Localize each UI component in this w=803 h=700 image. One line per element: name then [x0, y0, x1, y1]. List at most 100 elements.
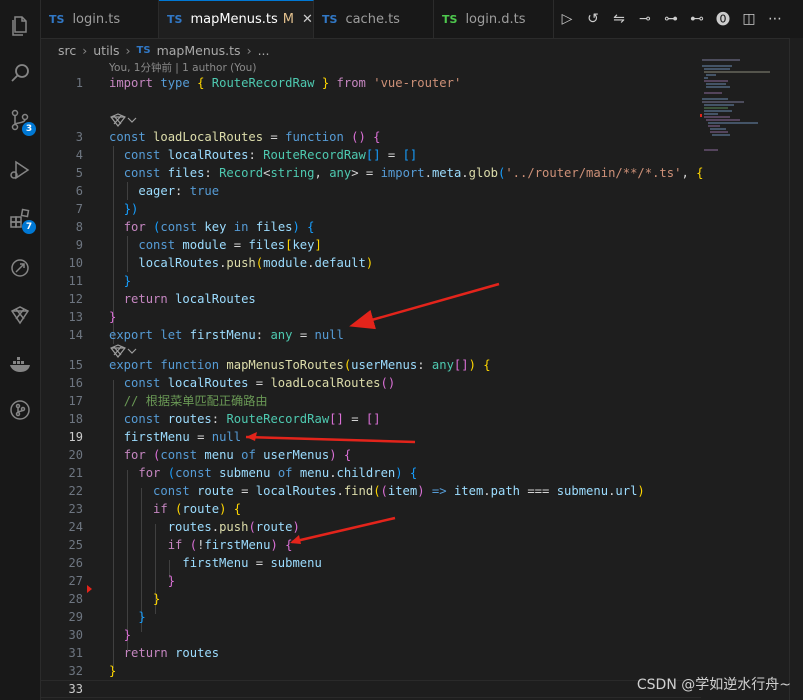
line-number: 33 [68, 682, 83, 696]
folding-marker-icon[interactable] [86, 584, 94, 594]
line-number: 18 [68, 412, 83, 426]
git-graph-icon[interactable] [0, 392, 40, 428]
code-line: 6 eager: true [41, 182, 701, 200]
line-number: 30 [68, 628, 83, 642]
code-line: 26 firstMenu = submenu [41, 554, 701, 572]
open-changes-icon[interactable]: ⓿ [710, 9, 736, 29]
source-control-icon[interactable]: 3 [0, 102, 40, 138]
code-line: 17 // 根据菜单匹配正确路由 [41, 392, 701, 410]
tab-mapmenus-ts[interactable]: TS mapMenus.ts M ✕ [159, 0, 314, 38]
code-line: 23 if (route) { [41, 500, 701, 518]
line-number: 11 [68, 274, 83, 288]
typescript-declaration-icon: TS [442, 12, 458, 26]
code-line: 32 } [41, 662, 701, 680]
run-icon[interactable]: ▷ [554, 11, 580, 27]
commit-icon[interactable]: ⊶ [658, 11, 684, 27]
line-number: 20 [68, 448, 83, 462]
code-line: 29 } [41, 608, 701, 626]
code-line: 27 } [41, 572, 701, 590]
breadcrumb-item[interactable]: mapMenus.ts [157, 43, 241, 58]
code-line: 33 [41, 680, 701, 698]
code-line: 11 } [41, 272, 701, 290]
tab-label: login.ts [72, 11, 121, 27]
line-number: 15 [68, 358, 83, 372]
line-number: 23 [68, 502, 83, 516]
code-line: 10 localRoutes.push(module.default) [41, 254, 701, 272]
code-line: 16 const localRoutes = loadLocalRoutes() [41, 374, 701, 392]
line-number: 24 [68, 520, 83, 534]
activity-bar: 3 7 [0, 0, 41, 700]
code-line: 4 const localRoutes: RouteRecordRaw[] = … [41, 146, 701, 164]
minimap[interactable] [700, 56, 780, 176]
docker-icon[interactable] [0, 345, 40, 381]
code-line: 7 }) [41, 200, 701, 218]
search-icon[interactable] [0, 55, 40, 91]
split-editor-icon[interactable]: ◫ [736, 11, 762, 27]
line-number: 5 [75, 166, 83, 180]
line-number: 25 [68, 538, 83, 552]
files-icon[interactable] [0, 8, 40, 44]
breadcrumb-item[interactable]: src [58, 43, 76, 58]
next-change-icon[interactable]: ⊷ [684, 11, 710, 27]
line-number: 1 [75, 76, 83, 90]
code-line: 22 const route = localRoutes.find((item)… [41, 482, 701, 500]
timeline-icon[interactable]: ↺ [580, 11, 606, 27]
code-line: 3 const loadLocalRoutes = function () { [41, 128, 701, 146]
code-line: 15 export function mapMenusToRoutes(user… [41, 356, 701, 374]
compare-changes-icon[interactable]: ⇋ [606, 11, 632, 27]
close-icon[interactable]: ✕ [302, 12, 313, 27]
line-number: 16 [68, 376, 83, 390]
run-debug-icon[interactable] [0, 152, 40, 188]
line-number: 19 [68, 430, 83, 444]
line-number: 9 [75, 238, 83, 252]
code-line: 19 firstMenu = null [41, 428, 701, 446]
line-number: 17 [68, 394, 83, 408]
code-line: 13 } [41, 308, 701, 326]
codelens-row [41, 110, 701, 128]
line-number: 3 [75, 130, 83, 144]
tab-login-ts[interactable]: TS login.ts [41, 0, 159, 38]
more-actions-icon[interactable]: ⋯ [762, 11, 788, 27]
tab-cache-ts[interactable]: TS cache.ts [314, 0, 434, 38]
line-number: 28 [68, 592, 83, 606]
codelens-blame[interactable]: You, 1分钟前 | 1 author (You) [109, 60, 256, 75]
breadcrumb-item[interactable]: ... [258, 43, 270, 58]
remote-explorer-icon[interactable] [0, 250, 40, 286]
line-number: 26 [68, 556, 83, 570]
typescript-file-icon: TS [322, 12, 338, 26]
line-number: 27 [68, 574, 83, 588]
tab-label: mapMenus.ts [190, 12, 278, 27]
line-number: 22 [68, 484, 83, 498]
line-number: 32 [68, 664, 83, 678]
code-line: 18 const routes: RouteRecordRaw[] = [] [41, 410, 701, 428]
extensions-icon[interactable]: 7 [0, 200, 40, 236]
code-line: 30 } [41, 626, 701, 644]
chevron-right-icon: › [82, 42, 88, 58]
line-number: 7 [75, 202, 83, 216]
line-number: 13 [68, 310, 83, 324]
breadcrumb-item[interactable]: utils [93, 43, 119, 58]
modified-indicator: M [282, 12, 295, 27]
vertical-scrollbar[interactable] [789, 38, 803, 700]
typescript-file-icon: TS [136, 44, 151, 56]
code-line: 25 if (!firstMenu) { [41, 536, 701, 554]
line-number: 29 [68, 610, 83, 624]
chevron-right-icon: › [125, 42, 131, 58]
line-number: 4 [75, 148, 83, 162]
tab-bar: TS login.ts TS mapMenus.ts M ✕ TS cache.… [41, 0, 803, 39]
code-line: 1 import type { RouteRecordRaw } from 'v… [41, 74, 701, 92]
tab-login-d-ts[interactable]: TS login.d.ts [434, 0, 554, 38]
code-line: 31 return routes [41, 644, 701, 662]
line-number: 12 [68, 292, 83, 306]
editor-actions: ▷ ↺ ⇋ ⊸ ⊶ ⊷ ⓿ ◫ ⋯ [554, 0, 788, 38]
gitlens-icon[interactable] [0, 297, 40, 333]
breadcrumb: src › utils › TS mapMenus.ts › ... [58, 40, 270, 60]
previous-change-icon[interactable]: ⊸ [632, 11, 658, 27]
line-number: 10 [68, 256, 83, 270]
watermark: CSDN @学如逆水行舟~ [636, 677, 791, 693]
tab-label: cache.ts [345, 11, 400, 27]
typescript-file-icon: TS [167, 13, 183, 26]
source-control-badge: 3 [22, 122, 36, 136]
line-number: 6 [75, 184, 83, 198]
code-line: 8 for (const key in files) { [41, 218, 701, 236]
